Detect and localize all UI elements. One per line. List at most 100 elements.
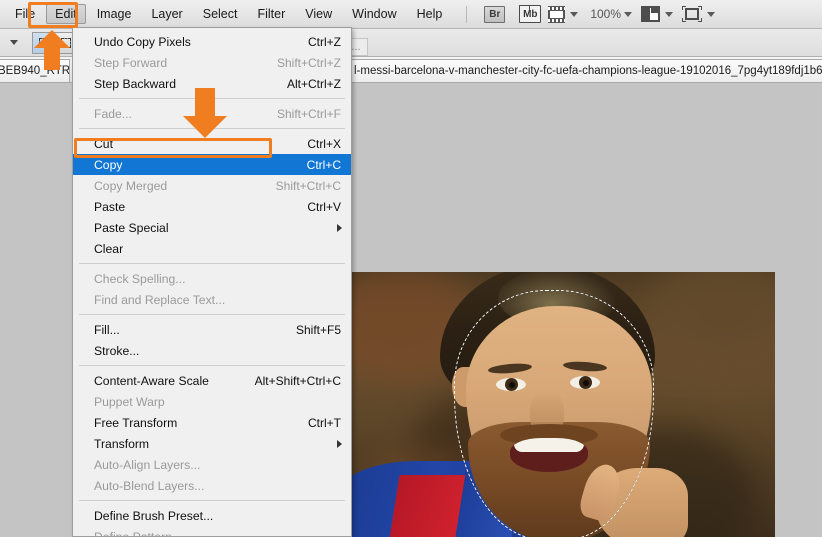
menu-item-label: Paste Special xyxy=(94,220,169,235)
menu-item-shortcut: Ctrl+X xyxy=(307,136,341,151)
menu-item-shortcut: Shift+F5 xyxy=(295,322,341,337)
document-tab-2[interactable]: l-messi-barcelona-v-manchester-city-fc-u… xyxy=(348,59,822,82)
menu-item-stroke[interactable]: Stroke... xyxy=(73,340,351,361)
menu-item-label: Copy xyxy=(94,157,123,172)
menu-select[interactable]: Select xyxy=(194,4,247,24)
bridge-icon[interactable]: Br xyxy=(484,5,506,23)
menu-item-shortcut: Shift+Ctrl+F xyxy=(276,106,341,121)
menu-item-label: Undo Copy Pixels xyxy=(94,34,191,49)
arrange-icon-right xyxy=(650,8,659,14)
menu-separator xyxy=(79,128,345,129)
bridge-label: Br xyxy=(489,8,501,20)
document-photo[interactable] xyxy=(348,272,775,537)
iris-right xyxy=(579,376,592,389)
menu-item-shortcut: Alt+Ctrl+Z xyxy=(286,76,341,91)
arrange-chevron-down-icon[interactable] xyxy=(665,11,674,17)
document-tab-1[interactable]: BEB940_RTRM/ xyxy=(0,59,70,82)
screen-mode-chevron-down-icon[interactable] xyxy=(707,11,716,17)
menu-item-auto-align-layers: Auto-Align Layers... xyxy=(73,454,351,475)
new-selection-icon xyxy=(38,37,49,48)
menu-item-label: Step Forward xyxy=(94,55,168,70)
screen-mode-icon[interactable] xyxy=(682,6,703,22)
menu-item-paste[interactable]: Paste Ctrl+V xyxy=(73,196,351,217)
submenu-chevron-right-icon xyxy=(337,439,342,448)
teeth xyxy=(514,438,584,452)
menu-filter[interactable]: Filter xyxy=(248,4,294,24)
menu-item-label: Check Spelling... xyxy=(94,271,186,286)
screen-corner-tl xyxy=(682,6,687,10)
menu-separator xyxy=(79,365,345,366)
menu-item-shortcut: Ctrl+T xyxy=(308,415,341,430)
menu-item-fade: Fade... Shift+Ctrl+F xyxy=(73,103,351,124)
menu-bar: File Edit Image Layer Select Filter View Window… xyxy=(0,0,822,29)
arrange-documents-icon[interactable] xyxy=(641,6,661,22)
menu-window[interactable]: Window xyxy=(343,4,405,24)
menu-item-label: Auto-Blend Layers... xyxy=(94,478,205,493)
menu-item-label: Free Transform xyxy=(94,415,178,430)
iris-left xyxy=(505,378,518,391)
menu-item-paste-special[interactable]: Paste Special xyxy=(73,217,351,238)
menu-separator xyxy=(79,263,345,264)
menu-file[interactable]: File xyxy=(6,4,44,24)
menu-item-cut[interactable]: Cut Ctrl+X xyxy=(73,133,351,154)
menu-item-label: Auto-Align Layers... xyxy=(94,457,201,472)
menu-image[interactable]: Image xyxy=(88,4,141,24)
menu-item-auto-blend-layers: Auto-Blend Layers... xyxy=(73,475,351,496)
menu-item-label: Stroke... xyxy=(94,343,140,358)
menu-item-shortcut: Alt+Shift+Ctrl+C xyxy=(254,373,341,388)
edit-dropdown-menu[interactable]: Undo Copy Pixels Ctrl+Z Step Forward Shift+… xyxy=(72,27,352,537)
menu-separator xyxy=(79,500,345,501)
menu-item-shortcut: Ctrl+Z xyxy=(308,34,341,49)
menu-item-shortcut: Ctrl+V xyxy=(307,199,341,214)
menu-view[interactable]: View xyxy=(296,4,341,24)
menu-item-check-spelling: Check Spelling... xyxy=(73,268,351,289)
arrange-icon-left xyxy=(643,8,651,20)
new-selection-button[interactable] xyxy=(33,32,55,53)
zoom-level-label: 100% xyxy=(590,7,622,21)
menu-item-label: Fade... xyxy=(94,106,132,121)
menu-item-step-backward[interactable]: Step Backward Alt+Ctrl+Z xyxy=(73,73,351,94)
menu-item-shortcut: Shift+Ctrl+C xyxy=(275,178,341,193)
menu-separator xyxy=(79,314,345,315)
document-tab-2-title: l-messi-barcelona-v-manchester-city-fc-u… xyxy=(354,65,822,77)
screen-corner-tr xyxy=(698,6,703,10)
menu-item-label: Content-Aware Scale xyxy=(94,373,209,388)
menu-edit[interactable]: Edit xyxy=(46,4,86,24)
menu-item-transform[interactable]: Transform xyxy=(73,433,351,454)
mini-bridge-label: Mb xyxy=(523,8,538,20)
menu-item-label: Clear xyxy=(94,241,124,256)
menu-item-label: Copy Merged xyxy=(94,178,168,193)
menu-item-copy[interactable]: Copy Ctrl+C xyxy=(73,154,351,175)
timeline-chevron-down-icon[interactable] xyxy=(570,11,579,17)
document-tab-1-title: BEB940_RTRM/ xyxy=(0,65,70,77)
menu-item-content-aware-scale[interactable]: Content-Aware Scale Alt+Shift+Ctrl+C xyxy=(73,370,351,391)
menu-item-define-pattern: Define Pattern... xyxy=(73,526,351,537)
submenu-chevron-right-icon xyxy=(337,223,342,232)
mini-bridge-icon[interactable]: Mb xyxy=(519,5,542,23)
menu-item-label: Transform xyxy=(94,436,150,451)
menu-item-label: Find and Replace Text... xyxy=(94,292,226,307)
screen-corner-bl xyxy=(682,18,687,22)
timeline-icon-inner xyxy=(550,10,564,18)
menu-item-puppet-warp: Puppet Warp xyxy=(73,391,351,412)
toolbar-divider xyxy=(466,5,468,23)
menu-item-free-transform[interactable]: Free Transform Ctrl+T xyxy=(73,412,351,433)
menu-item-label: Step Backward xyxy=(94,76,176,91)
eye-right xyxy=(570,376,600,389)
menu-help[interactable]: Help xyxy=(408,4,452,24)
menu-layer[interactable]: Layer xyxy=(142,4,191,24)
tool-preset-chevron-down-icon[interactable] xyxy=(10,40,18,45)
eye-left xyxy=(496,378,526,391)
menu-item-step-forward: Step Forward Shift+Ctrl+Z xyxy=(73,52,351,73)
background-blur-3 xyxy=(645,272,775,392)
menu-item-find-and-replace-text: Find and Replace Text... xyxy=(73,289,351,310)
zoom-chevron-down-icon[interactable] xyxy=(624,11,633,17)
menu-item-shortcut: Ctrl+C xyxy=(306,157,341,172)
menu-item-undo-copy-pixels[interactable]: Undo Copy Pixels Ctrl+Z xyxy=(73,31,351,52)
screen-corner-br xyxy=(698,18,703,22)
timeline-icon[interactable] xyxy=(548,5,566,23)
menu-item-clear[interactable]: Clear xyxy=(73,238,351,259)
menu-item-fill[interactable]: Fill... Shift+F5 xyxy=(73,319,351,340)
menu-item-copy-merged: Copy Merged Shift+Ctrl+C xyxy=(73,175,351,196)
menu-item-define-brush-preset[interactable]: Define Brush Preset... xyxy=(73,505,351,526)
